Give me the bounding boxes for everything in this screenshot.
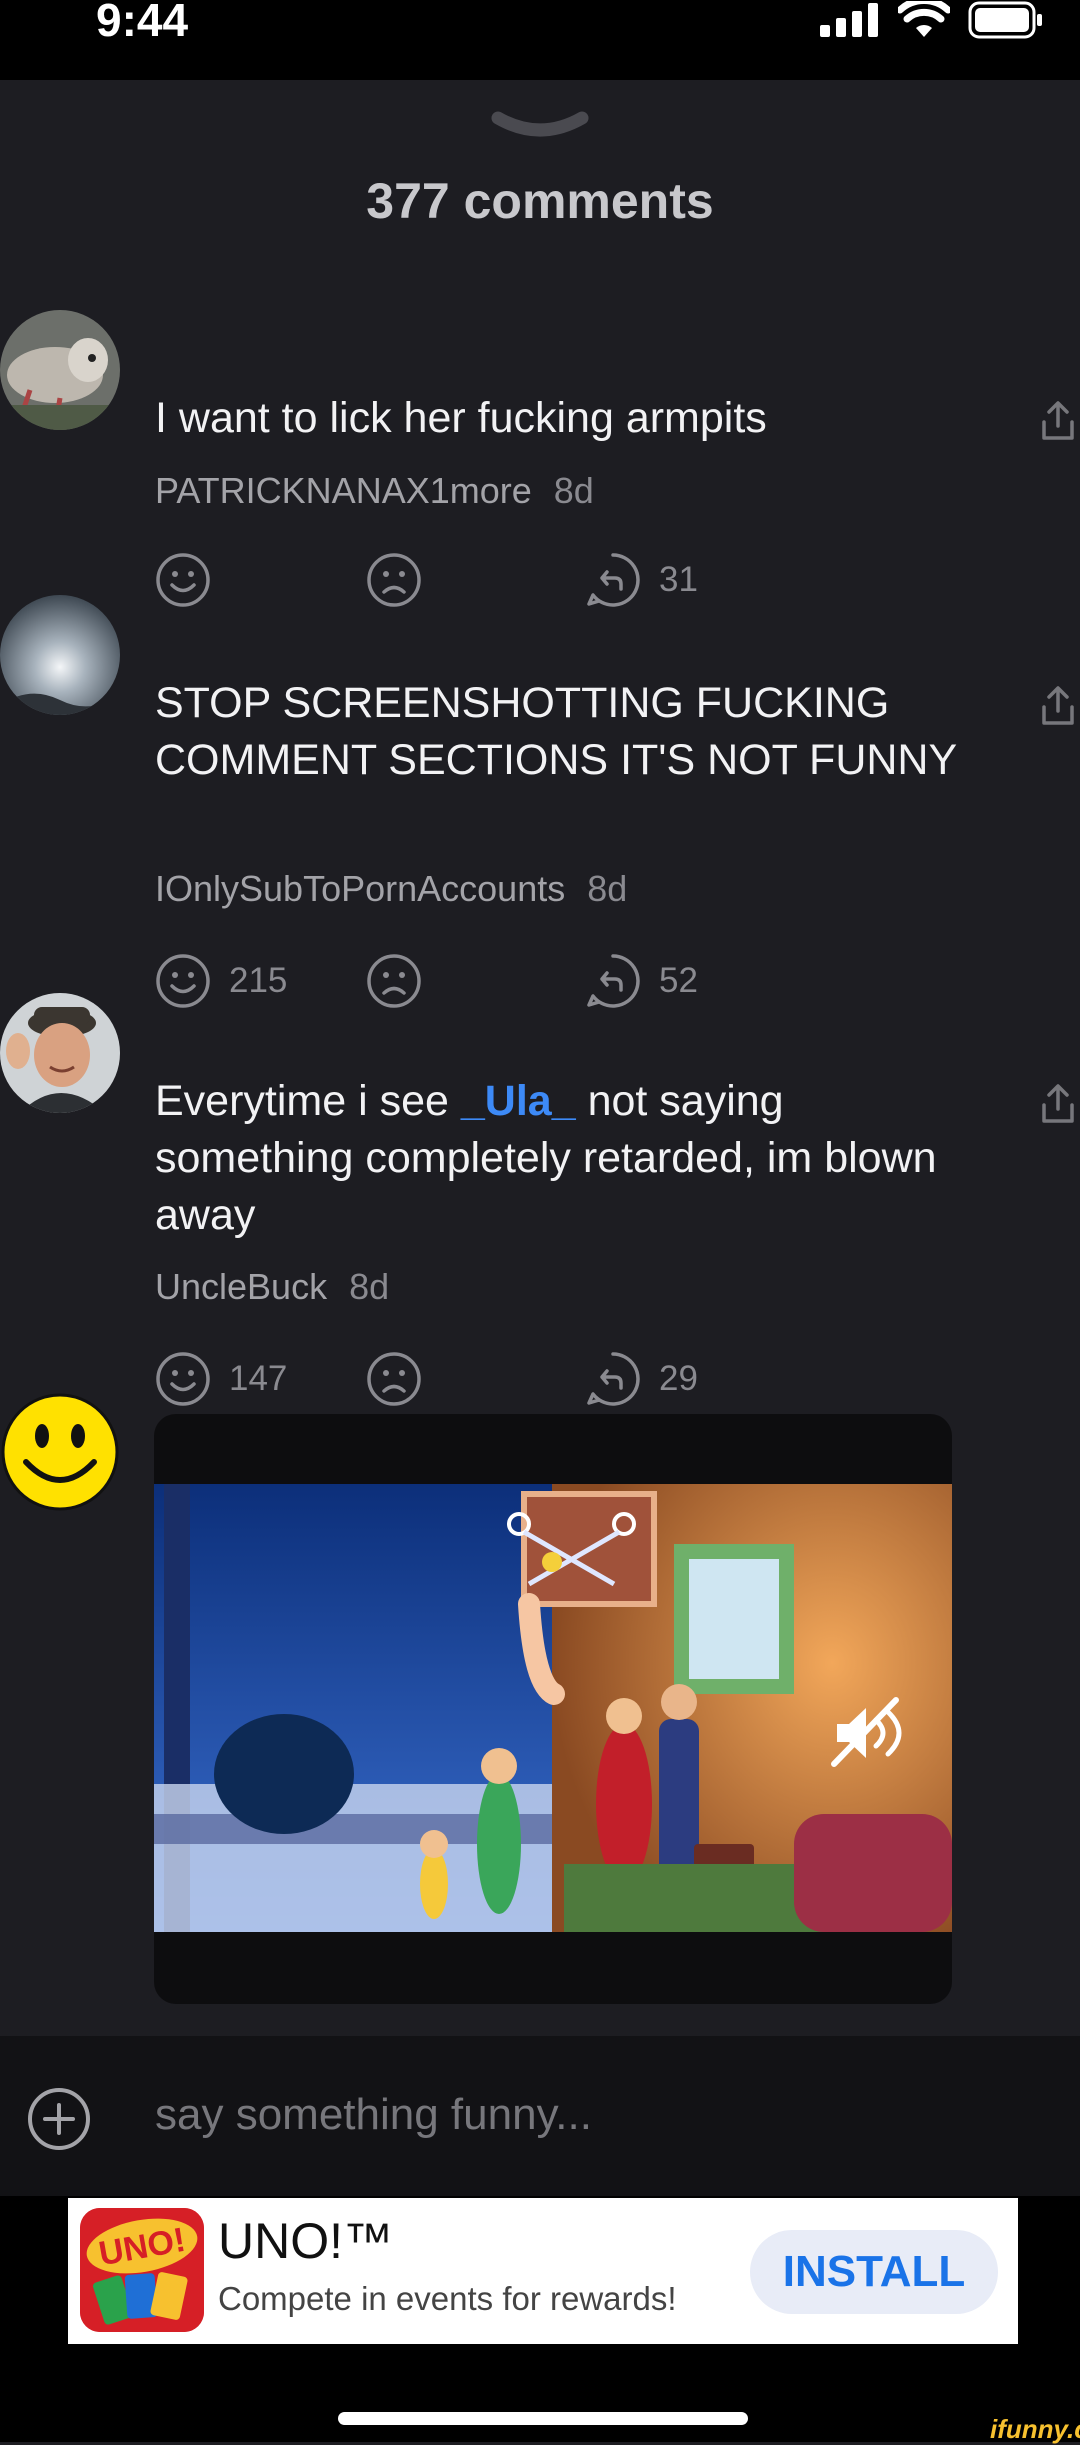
status-time: 9:44 xyxy=(96,0,189,46)
comment-text: Everytime i see _Ula_ not saying somethi… xyxy=(155,1073,975,1244)
smiley-avatar-icon xyxy=(1,1393,119,1511)
watermark: ifunny.co xyxy=(990,2414,1080,2444)
ad-video-thumbnail[interactable] xyxy=(154,1484,952,1932)
comment-text: I want to lick her fucking armpits xyxy=(155,394,767,442)
comments-sheet: 377 comments I want to lick her fucking … xyxy=(0,80,1080,2040)
reply-count: 29 xyxy=(659,1359,698,1398)
comment-author[interactable]: UncleBuck xyxy=(155,1266,327,1307)
cellular-signal-icon xyxy=(820,3,878,37)
comment-actions: 147 29 xyxy=(155,1351,715,1407)
avatar[interactable] xyxy=(0,310,120,430)
reply-button[interactable]: 29 xyxy=(585,1351,698,1407)
comments-count-title: 377 comments xyxy=(366,173,714,229)
comment-input[interactable]: say something funny... xyxy=(155,2090,592,2140)
smile-icon xyxy=(156,1352,210,1406)
ad-tagline: Compete in events for rewards! xyxy=(218,2280,677,2317)
comment-age: 8d xyxy=(553,470,594,511)
install-button[interactable]: INSTALL xyxy=(750,2230,998,2314)
comment-item: I want to lick her fucking armpits PATRI… xyxy=(0,310,1080,630)
reply-count: 31 xyxy=(659,560,698,599)
ad-banner[interactable]: UNO! UNO!™ Compete in events for rewards… xyxy=(68,2198,1018,2344)
share-icon[interactable] xyxy=(1040,685,1076,729)
comment-meta: UncleBuck 8d xyxy=(155,1266,389,1308)
uno-app-logo: UNO! xyxy=(80,2208,204,2332)
smile-button[interactable]: 147 xyxy=(155,1351,287,1407)
share-icon[interactable] xyxy=(1040,1083,1076,1127)
collapse-chevron-icon[interactable] xyxy=(490,110,590,150)
add-attachment-icon[interactable] xyxy=(26,2086,92,2152)
comment-item: Everytime i see _Ula_ not saying somethi… xyxy=(0,993,1080,1406)
comment-author[interactable]: PATRICKNANAX1more xyxy=(155,470,532,511)
comment-age: 8d xyxy=(349,1266,390,1307)
reply-icon xyxy=(587,1352,640,1406)
comment-text: STOP SCREENSHOTTING FUCKING COMMENT SECT… xyxy=(155,679,958,784)
battery-icon xyxy=(968,1,1042,39)
avatar[interactable] xyxy=(0,993,120,1113)
ad-app-name: UNO!™ xyxy=(218,2213,393,2269)
status-bar: 9:44 xyxy=(0,0,1080,80)
smile-count: 147 xyxy=(229,1359,288,1398)
comment-input-bar: say something funny... xyxy=(0,2036,1080,2196)
home-indicator[interactable] xyxy=(338,2412,748,2425)
comment-meta: PATRICKNANAX1more 8d xyxy=(155,470,594,512)
unsmile-button[interactable] xyxy=(366,1351,422,1407)
avatar[interactable] xyxy=(0,595,120,715)
wifi-icon xyxy=(898,1,950,37)
comment-text-start: Everytime i see xyxy=(155,1077,461,1125)
user-mention-link[interactable]: _Ula_ xyxy=(461,1077,576,1125)
ad-video-card[interactable] xyxy=(154,1414,952,2004)
share-icon[interactable] xyxy=(1040,400,1076,444)
comment-item: STOP SCREENSHOTTING FUCKING COMMENT SECT… xyxy=(0,595,1080,1008)
comment-author[interactable]: IOnlySubToPornAccounts xyxy=(155,868,565,909)
comment-meta: IOnlySubToPornAccounts 8d xyxy=(155,868,627,910)
frown-icon xyxy=(367,1352,421,1406)
comment-age: 8d xyxy=(587,868,628,909)
